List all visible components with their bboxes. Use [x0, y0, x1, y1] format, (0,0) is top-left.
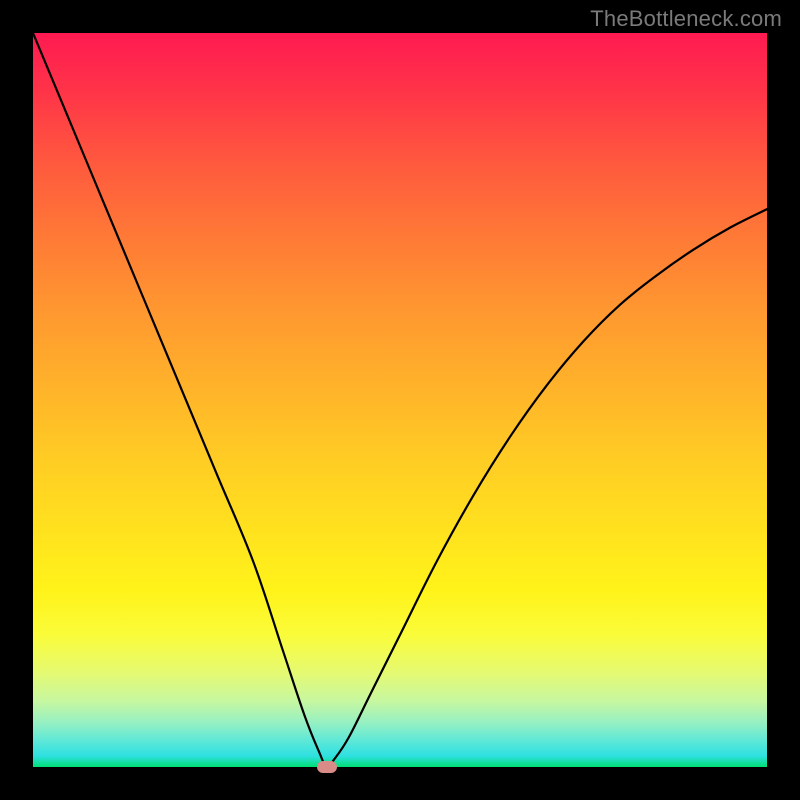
curve-layer [33, 33, 767, 767]
bottleneck-curve [33, 33, 767, 767]
chart-container: TheBottleneck.com [0, 0, 800, 800]
minimum-marker [317, 761, 337, 773]
attribution-text: TheBottleneck.com [590, 6, 782, 32]
plot-area [33, 33, 767, 767]
